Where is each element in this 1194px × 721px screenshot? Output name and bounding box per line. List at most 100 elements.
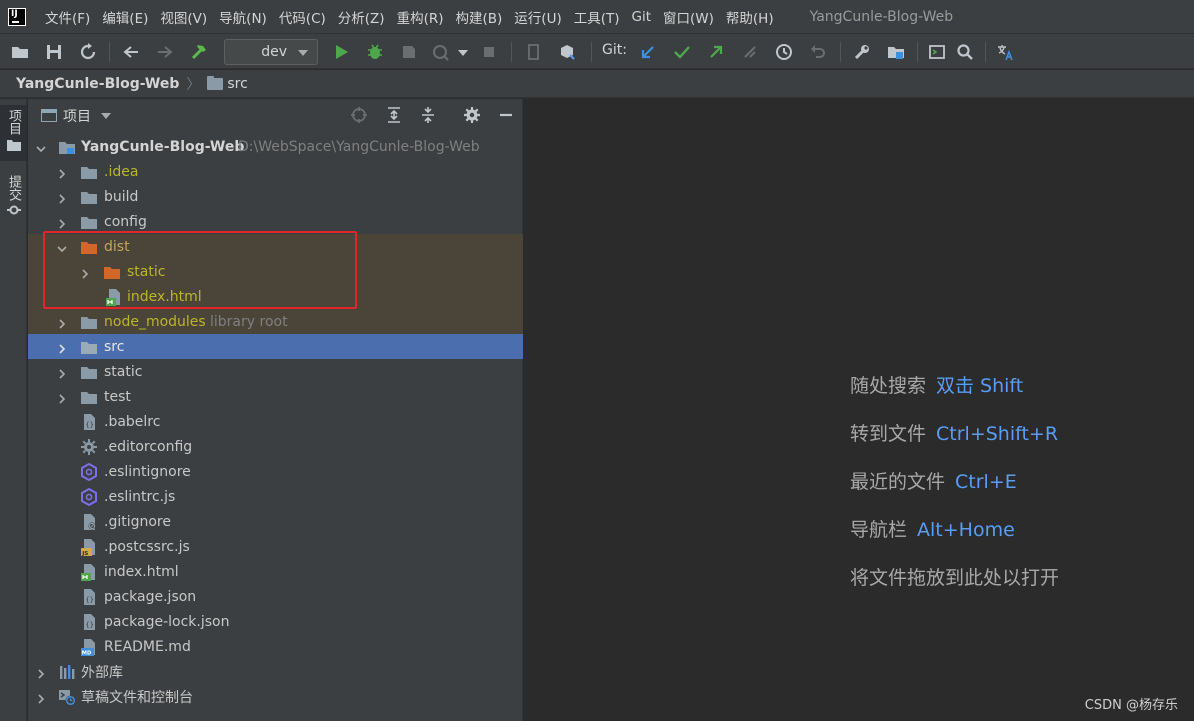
tree-row-dist-index-html[interactable]: index.html [28,284,523,309]
view-mode-dropdown-icon[interactable] [101,112,111,119]
chevron-down-icon[interactable] [36,142,46,152]
build-hammer-icon[interactable] [188,41,210,63]
tree-row-dist-static[interactable]: static [28,259,523,284]
folder-icon [80,188,98,206]
tree-row-config[interactable]: config [28,209,523,234]
tree-root-path: D:\WebSpace\YangCunle-Blog-Web [238,138,480,155]
tree-row-package-lock-json[interactable]: {} package-lock.json [28,609,523,634]
project-structure-icon[interactable] [885,41,907,63]
editor-empty-area[interactable]: 随处搜索 双击 Shift 转到文件 Ctrl+Shift+R 最近的文件 Ctrl+… [524,99,1194,721]
menu-analyze[interactable]: 分析(Z) [332,7,391,27]
tree-row-src[interactable]: src [28,334,523,359]
sync-icon[interactable] [77,41,99,63]
svg-text:MD: MD [82,650,92,655]
tree-row-postcssrc[interactable]: JS .postcssrc.js [28,534,523,559]
expand-all-icon[interactable] [384,105,404,125]
tree-row-dist[interactable]: dist [28,234,523,259]
tree-row-root[interactable]: YangCunle-Blog-Web D:\WebSpace\YangCunle… [28,134,523,159]
more-run-dropdown-icon[interactable] [452,41,474,63]
tree-row-babelrc[interactable]: {} .babelrc [28,409,523,434]
breadcrumb-project[interactable]: YangCunle-Blog-Web [16,76,179,92]
translate-icon[interactable] [994,41,1016,63]
rollback-icon[interactable] [807,41,829,63]
coverage-icon[interactable] [398,41,420,63]
chevron-right-icon[interactable] [57,367,67,379]
chevron-right-icon[interactable] [57,167,67,179]
eslint-icon [80,462,98,481]
search-icon[interactable] [954,41,976,63]
html-file-icon [105,288,123,306]
excluded-folder-icon [103,263,121,281]
menu-build[interactable]: 构建(B) [450,7,509,27]
settings-wrench-icon[interactable] [851,41,873,63]
chevron-right-icon[interactable] [57,217,67,229]
tree-row-test[interactable]: test [28,384,523,409]
tool-tab-project[interactable]: 项目 [0,105,27,161]
menu-refactor[interactable]: 重构(R) [391,7,450,27]
tree-row-gitignore[interactable]: .gitignore [28,509,523,534]
profile-icon[interactable] [430,41,452,63]
chevron-right-icon[interactable] [36,692,46,704]
chevron-right-icon[interactable] [80,267,90,279]
menu-run[interactable]: 运行(U) [508,7,567,27]
tree-row-eslintignore[interactable]: .eslintignore [28,459,523,484]
tree-row-package-json[interactable]: {} package.json [28,584,523,609]
tree-item-label: .eslintrc.js [104,488,176,505]
menu-window[interactable]: 窗口(W) [657,7,720,27]
project-panel-title[interactable]: 项目 [63,106,91,126]
tree-row-idea[interactable]: .idea [28,159,523,184]
shortcut-search-everywhere: 随处搜索 双击 Shift [850,371,1023,398]
chevron-right-icon[interactable] [57,317,67,329]
git-commit-check-icon[interactable] [671,41,693,63]
menu-view[interactable]: 视图(V) [154,7,213,27]
chevron-right-icon[interactable] [57,342,67,354]
menu-edit[interactable]: 编辑(E) [96,7,154,27]
run-config-select[interactable]: dev [224,39,318,65]
tree-row-scratches[interactable]: 草稿文件和控制台 [28,684,523,709]
save-icon[interactable] [43,41,65,63]
chevron-down-icon[interactable] [57,242,67,252]
debug-bug-icon[interactable] [364,41,386,63]
menu-file[interactable]: 文件(F) [39,7,96,27]
shortcut-key: 双击 Shift [936,375,1024,397]
stop-icon[interactable] [478,41,500,63]
chevron-right-icon[interactable] [57,392,67,404]
intellij-logo-icon[interactable] [8,7,26,26]
select-opened-file-icon[interactable] [349,105,369,125]
git-merge-icon[interactable] [739,41,761,63]
menu-tools[interactable]: 工具(T) [568,7,626,27]
json-file-icon: {} [80,613,98,631]
deploy-box-icon[interactable] [556,41,578,63]
breadcrumb-src[interactable]: src [227,76,247,92]
tool-tab-commit[interactable]: 提交 [0,171,27,227]
tree-row-external-libraries[interactable]: 外部库 [28,659,523,684]
menu-navigate[interactable]: 导航(N) [213,7,273,27]
history-clock-icon[interactable] [773,41,795,63]
tool-tab-project-label: 项目 [6,109,21,135]
chevron-right-icon[interactable] [57,192,67,204]
tree-row-node-modules[interactable]: node_modules library root [28,309,523,334]
tree-row-eslintrc[interactable]: .eslintrc.js [28,484,523,509]
tree-row-editorconfig[interactable]: .editorconfig [28,434,523,459]
chevron-right-icon[interactable] [36,667,46,679]
menu-code[interactable]: 代码(C) [273,7,332,27]
collapse-all-icon[interactable] [418,105,438,125]
menu-help[interactable]: 帮助(H) [720,7,780,27]
hide-panel-icon[interactable] [496,105,516,125]
tree-row-static[interactable]: static [28,359,523,384]
tree-item-label: test [104,388,131,405]
run-icon[interactable] [330,41,352,63]
forward-arrow-icon[interactable] [154,41,176,63]
back-arrow-icon[interactable] [120,41,142,63]
tree-row-index-html[interactable]: index.html [28,559,523,584]
git-update-icon[interactable] [637,41,659,63]
device-icon[interactable] [523,41,545,63]
tree-row-build[interactable]: build [28,184,523,209]
folder-icon [80,338,98,356]
gear-icon[interactable] [462,105,482,125]
terminal-window-icon[interactable] [926,41,948,63]
tree-row-readme[interactable]: MD README.md [28,634,523,659]
git-push-icon[interactable] [705,41,727,63]
open-folder-icon[interactable] [9,41,31,63]
menu-git[interactable]: Git [626,9,658,25]
